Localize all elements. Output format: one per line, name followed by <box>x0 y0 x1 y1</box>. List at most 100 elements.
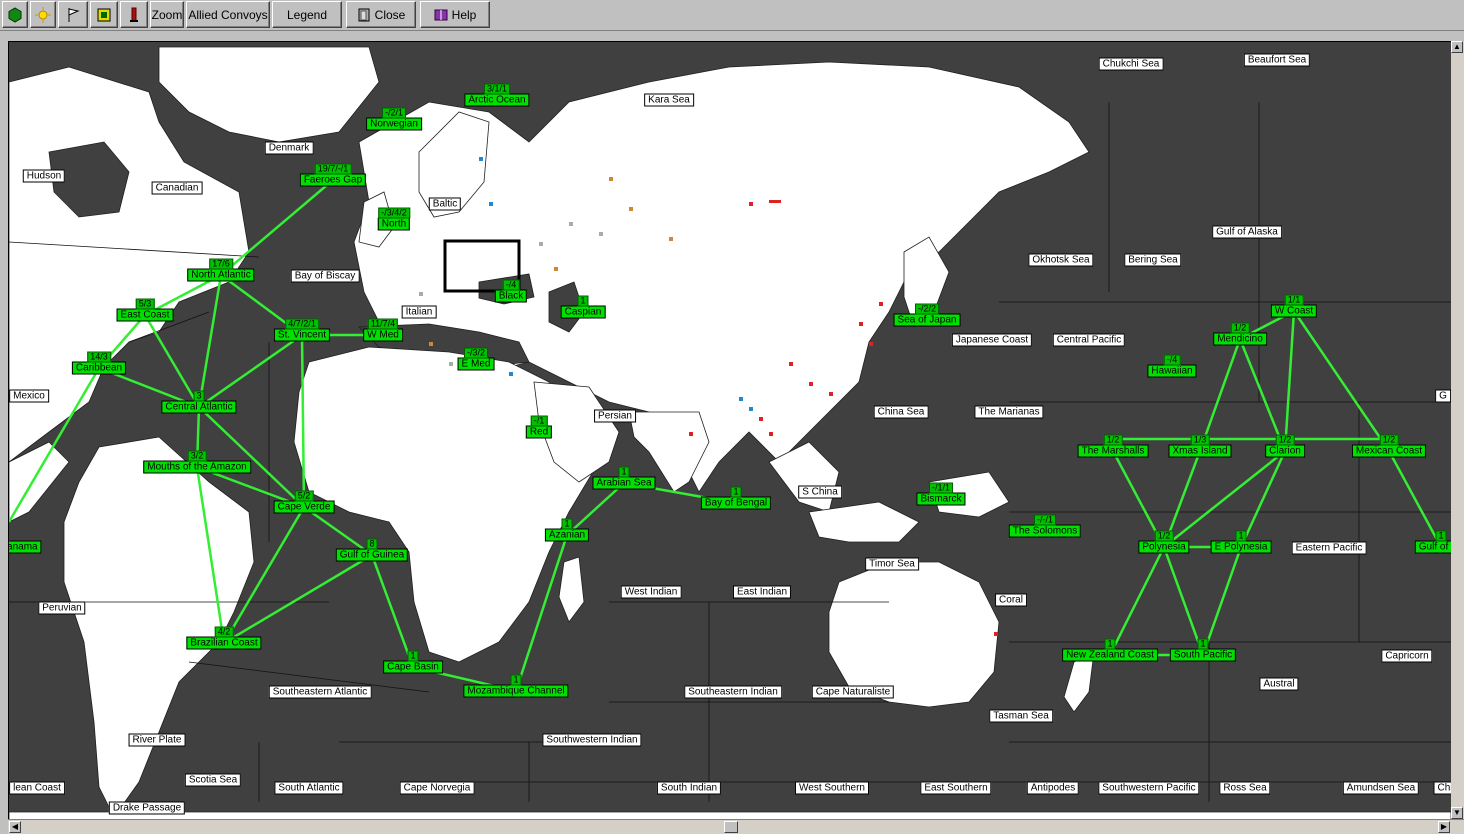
convoy-zone-the-marshalls[interactable]: The Marshalls <box>1077 444 1149 458</box>
convoy-zone-clarion[interactable]: Clarion <box>1265 444 1305 458</box>
convoy-zone-arabian-sea[interactable]: Arabian Sea <box>592 476 656 490</box>
convoy-zone-st-vincent[interactable]: St. Vincent <box>273 328 331 342</box>
hexagon-button[interactable] <box>2 1 28 28</box>
convoy-zone-w-coast[interactable]: W Coast <box>1270 304 1318 318</box>
sea-zone-southeastern-atlantic[interactable]: Southeastern Atlantic <box>268 685 372 699</box>
zoom-button[interactable]: Zoom <box>150 1 184 28</box>
horizontal-scroll-thumb[interactable] <box>724 821 738 833</box>
flag-button[interactable] <box>58 1 88 28</box>
convoy-zone-bay-of-bengal[interactable]: Bay of Bengal <box>700 496 772 510</box>
convoy-zone-north-atlantic[interactable]: North Atlantic <box>187 268 255 282</box>
sea-zone-ross-sea[interactable]: Ross Sea <box>1219 781 1271 795</box>
convoy-zone-caspian[interactable]: Caspian <box>560 305 606 319</box>
world-map[interactable]: Chukchi Sea Beaufort Sea Kara Sea Denmark Hu… <box>8 41 1452 821</box>
sea-zone-the-marianas[interactable]: The Marianas <box>974 405 1044 419</box>
sea-zone-southeastern-indian[interactable]: Southeastern Indian <box>684 685 782 699</box>
sea-zone-amundsen-sea[interactable]: Amundsen Sea <box>1342 781 1420 795</box>
vertical-scrollbar[interactable]: ▲ ▼ <box>1451 41 1464 819</box>
convoy-zone-e-med[interactable]: E Med <box>457 357 495 371</box>
scroll-right-icon[interactable]: ▶ <box>1438 821 1450 833</box>
sea-zone-central-pacific[interactable]: Central Pacific <box>1052 333 1126 347</box>
sea-zone-southwestern-pacific[interactable]: Southwestern Pacific <box>1098 781 1200 795</box>
sea-zone-canadian[interactable]: Canadian <box>151 181 203 195</box>
legend-button[interactable]: Legend <box>272 1 342 28</box>
convoy-zone-cape-basin[interactable]: Cape Basin <box>383 660 443 674</box>
sea-zone-south-indian[interactable]: South Indian <box>656 781 722 795</box>
convoy-zone-cape-verde[interactable]: Cape Verde <box>273 500 335 514</box>
sea-zone-persian[interactable]: Persian <box>594 409 636 423</box>
sea-zone-drake-passage[interactable]: Drake Passage <box>108 801 186 815</box>
sea-zone-southwestern-indian[interactable]: Southwestern Indian <box>542 733 642 747</box>
sea-zone-kara-sea[interactable]: Kara Sea <box>644 93 694 107</box>
sea-zone-west-indian[interactable]: West Indian <box>620 585 682 599</box>
sea-zone-eastern-pacific[interactable]: Eastern Pacific <box>1291 541 1367 555</box>
convoy-zone-central-atlantic[interactable]: Central Atlantic <box>161 400 237 414</box>
convoy-zone-new-zealand-coast[interactable]: New Zealand Coast <box>1062 648 1158 662</box>
scroll-left-icon[interactable]: ◀ <box>9 821 21 833</box>
convoy-zone-mozambique-channel[interactable]: Mozambique Channel <box>463 684 569 698</box>
sea-zone-cape-naturaliste[interactable]: Cape Naturaliste <box>811 685 895 699</box>
sea-zone-g[interactable]: G <box>1435 389 1451 403</box>
convoy-zone-azanian[interactable]: Azanian <box>544 528 590 542</box>
convoy-zone-e-polynesia[interactable]: E Polynesia <box>1210 540 1272 554</box>
convoy-zone-w-med[interactable]: W Med <box>363 328 403 342</box>
horizontal-scrollbar[interactable]: ◀ ▶ <box>8 819 1464 834</box>
sea-zone-south-atlantic[interactable]: South Atlantic <box>274 781 344 795</box>
convoy-zone-brazilian-coast[interactable]: Brazilian Coast <box>186 636 262 650</box>
convoy-zone-hawaiian[interactable]: Hawaiian <box>1147 364 1197 378</box>
sea-zone-east-indian[interactable]: East Indian <box>732 585 792 599</box>
sea-zone-scotia-sea[interactable]: Scotia Sea <box>184 773 242 787</box>
sea-zone-okhotsk-sea[interactable]: Okhotsk Sea <box>1028 253 1094 267</box>
sea-zone-mexico[interactable]: Mexico <box>9 389 49 403</box>
convoy-zone-east-coast[interactable]: East Coast <box>116 308 174 322</box>
convoy-zone-north[interactable]: North <box>377 217 411 231</box>
convoy-zone-gulf-of-pa[interactable]: Gulf of Pa <box>1414 540 1451 554</box>
convoy-zone-caribbean[interactable]: Caribbean <box>71 361 127 375</box>
convoy-zone-xmas-island[interactable]: Xmas Island <box>1168 444 1232 458</box>
convoy-zone-norwegian[interactable]: Norwegian <box>366 117 422 131</box>
sea-zone-river-plate[interactable]: River Plate <box>128 733 186 747</box>
convoy-zone-the-solomons[interactable]: The Solomons <box>1008 524 1082 538</box>
sea-zone-peruvian[interactable]: Peruvian <box>38 601 86 615</box>
sea-zone-baltic[interactable]: Baltic <box>428 197 462 211</box>
sea-zone-s-china[interactable]: S China <box>798 485 842 499</box>
close-button[interactable]: Close <box>346 1 416 28</box>
convoy-zone-mendicino[interactable]: Mendicino <box>1213 332 1267 346</box>
convoy-zone-gulf-of-guinea[interactable]: Gulf of Guinea <box>335 548 409 562</box>
sea-zone-bering-sea[interactable]: Bering Sea <box>1124 253 1182 267</box>
sun-button[interactable] <box>30 1 56 28</box>
sea-zone-cape-norvegia[interactable]: Cape Norvegia <box>399 781 475 795</box>
convoy-zone-arctic-ocean[interactable]: Arctic Ocean <box>464 93 530 107</box>
convoy-zone-red[interactable]: Red <box>525 425 553 439</box>
help-button[interactable]: Help <box>420 1 490 28</box>
sea-zone-beaufort-sea[interactable]: Beaufort Sea <box>1243 53 1311 67</box>
sea-zone-coral[interactable]: Coral <box>995 593 1027 607</box>
scroll-up-icon[interactable]: ▲ <box>1451 41 1463 53</box>
convoy-zone-mexican-coast[interactable]: Mexican Coast <box>1351 444 1427 458</box>
sea-zone-west-southern[interactable]: West Southern <box>795 781 869 795</box>
convoy-zone-faeroes-gap[interactable]: Faeroes Gap <box>299 173 367 187</box>
sea-zone-chukchi-sea[interactable]: Chukchi Sea <box>1098 57 1164 71</box>
convoy-zone-mouths-of-the-amazon[interactable]: Mouths of the Amazon <box>143 460 251 474</box>
convoy-zone-polynesia[interactable]: Polynesia <box>1138 540 1190 554</box>
sea-zone-tasman-sea[interactable]: Tasman Sea <box>989 709 1053 723</box>
sea-zone-capricorn[interactable]: Capricorn <box>1381 649 1433 663</box>
sea-zone-chi[interactable]: Chi <box>1433 781 1451 795</box>
sea-zone-denmark[interactable]: Denmark <box>264 141 314 155</box>
chip-button[interactable] <box>90 1 118 28</box>
sea-zone-bay-of-biscay[interactable]: Bay of Biscay <box>290 269 360 283</box>
sea-zone-china-sea[interactable]: China Sea <box>873 405 929 419</box>
sea-zone-antipodes[interactable]: Antipodes <box>1026 781 1080 795</box>
convoy-zone-bismarck[interactable]: Bismarck <box>916 492 966 506</box>
allied-convoys-button[interactable]: Allied Convoys <box>186 1 270 28</box>
sea-zone-hudson[interactable]: Hudson <box>22 169 66 183</box>
torch-button[interactable] <box>120 1 148 28</box>
sea-zone-japanese-coast[interactable]: Japanese Coast <box>951 333 1033 347</box>
sea-zone-lean-coast[interactable]: lean Coast <box>9 781 65 795</box>
sea-zone-austral[interactable]: Austral <box>1259 677 1299 691</box>
convoy-zone-black[interactable]: Black <box>494 289 528 303</box>
convoy-zone-panama[interactable]: Panama <box>9 540 42 554</box>
sea-zone-italian[interactable]: Italian <box>401 305 437 319</box>
convoy-zone-sea-of-japan[interactable]: Sea of Japan <box>893 313 961 327</box>
scroll-down-icon[interactable]: ▼ <box>1451 807 1463 819</box>
